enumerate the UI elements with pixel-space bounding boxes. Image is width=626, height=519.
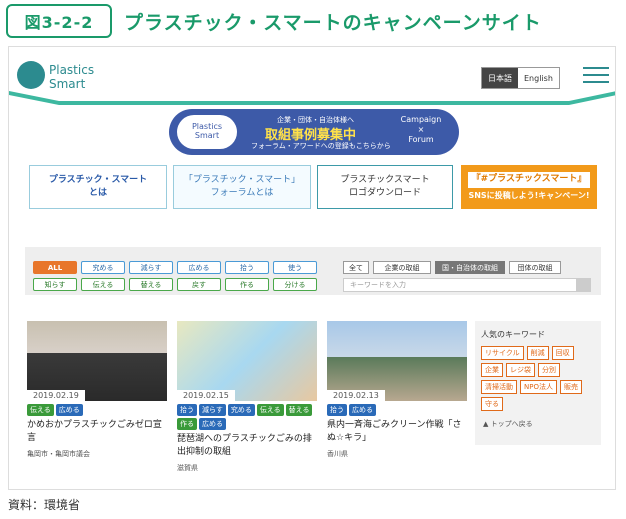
keyword-chip[interactable]: 削減 [526, 346, 549, 360]
filter-tsukuru[interactable]: 作る [225, 278, 269, 291]
tag: 替える [285, 404, 313, 416]
keyword-chip[interactable]: レジ袋 [506, 363, 535, 377]
filter-tsukau[interactable]: 使う [273, 261, 317, 274]
tag: 伝える [256, 404, 284, 416]
filter-shirasu[interactable]: 知らす [33, 278, 77, 291]
card-photo: 2019.02.13 [327, 321, 467, 401]
tag: 減らす [199, 404, 226, 416]
about-plastics-smart-tile[interactable]: プラスチック・スマート とは [29, 165, 167, 209]
keyword-chip[interactable]: 回収 [551, 346, 574, 360]
tag: 拾う [327, 404, 347, 416]
tag: 広める [55, 404, 83, 416]
card-tags: 伝える 広める [27, 404, 167, 416]
banner-logo: Plastics Smart [177, 115, 237, 149]
logo-download-tile[interactable]: プラスチックスマート ロゴダウンロード [317, 165, 453, 209]
language-switcher: 日本語 English [481, 67, 560, 89]
keyword-chip[interactable]: 販売 [559, 380, 582, 394]
filter-kiwameru[interactable]: 究める [81, 261, 125, 274]
news-card[interactable]: 2019.02.15 拾う 減らす 究める 伝える 替える 作る 広める 琵琶湖… [177, 321, 317, 473]
card-title[interactable]: かめおかプラスチックごみゼロ宣言 [27, 419, 167, 445]
keyword-chip[interactable]: 企業 [481, 363, 503, 377]
website-screenshot: Plastics Smart 日本語 English Plastics Smart… [8, 46, 616, 490]
card-tags: 拾う 減らす 究める 伝える 替える 作る 広める [177, 404, 317, 430]
card-date: 2019.02.19 [27, 390, 85, 401]
site-logo[interactable]: Plastics Smart [17, 61, 127, 95]
logo-mark-icon [17, 61, 45, 89]
menu-icon[interactable] [583, 65, 609, 85]
filter-tsutaeru[interactable]: 伝える [81, 278, 125, 291]
about-forum-tile[interactable]: 「プラスチック・スマート」 フォーラムとは [173, 165, 311, 209]
card-organization: 亀岡市・亀岡市議会 [27, 450, 90, 459]
category-organizations[interactable]: 団体の取組 [509, 261, 561, 274]
logo-text-line2: Smart [49, 77, 86, 91]
lang-japanese[interactable]: 日本語 [482, 68, 518, 88]
filter-hirou[interactable]: 拾う [225, 261, 269, 274]
campaign-banner[interactable]: Plastics Smart 企業・団体・自治体様へ 取組事例募集中 フォーラム・… [169, 109, 459, 155]
banner-campaign-forum: Campaign × Forum [400, 115, 442, 144]
card-title[interactable]: 琵琶湖へのプラスチックごみの排出抑制の取組 [177, 433, 317, 459]
keyword-chip[interactable]: リサイクル [481, 346, 524, 360]
tag: 作る [177, 418, 197, 430]
tag: 広める [349, 404, 376, 416]
card-photo: 2019.02.15 [177, 321, 317, 401]
card-tags: 拾う 広める [327, 404, 467, 416]
logo-text-line1: Plastics [49, 63, 95, 77]
back-to-top-link[interactable]: ▲ トップへ戻る [483, 419, 533, 429]
figure-title: プラスチック・スマートのキャンペーンサイト [124, 12, 542, 34]
keyword-chip[interactable]: 清掃活動 [481, 380, 517, 394]
search-submit-icon[interactable] [576, 279, 590, 291]
lang-english[interactable]: English [518, 68, 559, 88]
keyword-chip[interactable]: NPO法人 [520, 380, 557, 394]
sns-campaign-tile[interactable]: 『#プラスチックスマート』 SNSに投稿しよう!キャンペーン! [461, 165, 597, 209]
tag: 究める [227, 404, 255, 416]
category-companies[interactable]: 企業の取組 [373, 261, 431, 274]
filter-herasu[interactable]: 減らす [129, 261, 173, 274]
filter-modosu[interactable]: 戻す [177, 278, 221, 291]
figure-label: 図3-2-2 [6, 4, 112, 38]
tag: 伝える [27, 404, 54, 416]
category-all[interactable]: 全て [343, 261, 369, 274]
keyword-search-input[interactable]: キーワードを入力 [343, 278, 591, 292]
filter-wakeru[interactable]: 分ける [273, 278, 317, 291]
card-photo: 2019.02.19 [27, 321, 167, 401]
card-date: 2019.02.15 [177, 390, 235, 401]
keyword-chip[interactable]: 守る [481, 397, 503, 411]
filter-hiromeru[interactable]: 広める [177, 261, 221, 274]
news-card[interactable]: 2019.02.13 拾う 広める 県内一斉海ごみクリーン作戦「さぬ☆キラ」 香… [327, 321, 467, 459]
card-title[interactable]: 県内一斉海ごみクリーン作戦「さぬ☆キラ」 [327, 419, 467, 445]
card-date: 2019.02.13 [327, 390, 385, 401]
news-card[interactable]: 2019.02.19 伝える 広める かめおかプラスチックごみゼロ宣言 亀岡市・… [27, 321, 167, 459]
popular-keywords-heading: 人気のキーワード [481, 330, 545, 339]
tag: 拾う [177, 404, 197, 416]
tag: 広める [199, 418, 226, 430]
figure-source: 資料：環境省 [8, 498, 81, 512]
filter-all[interactable]: ALL [33, 261, 77, 274]
filter-panel: ALL 究める 減らす 広める 拾う 使う 知らす 伝える 替える 戻す 作る … [25, 247, 601, 295]
card-organization: 滋賀県 [177, 464, 198, 473]
card-organization: 香川県 [327, 450, 348, 459]
filter-kaeru[interactable]: 替える [129, 278, 173, 291]
category-government[interactable]: 国・自治体の取組 [435, 261, 505, 274]
banner-note: フォーラム・アワードへの登録もこちらから [251, 142, 391, 150]
keyword-chip[interactable]: 分別 [538, 363, 560, 377]
